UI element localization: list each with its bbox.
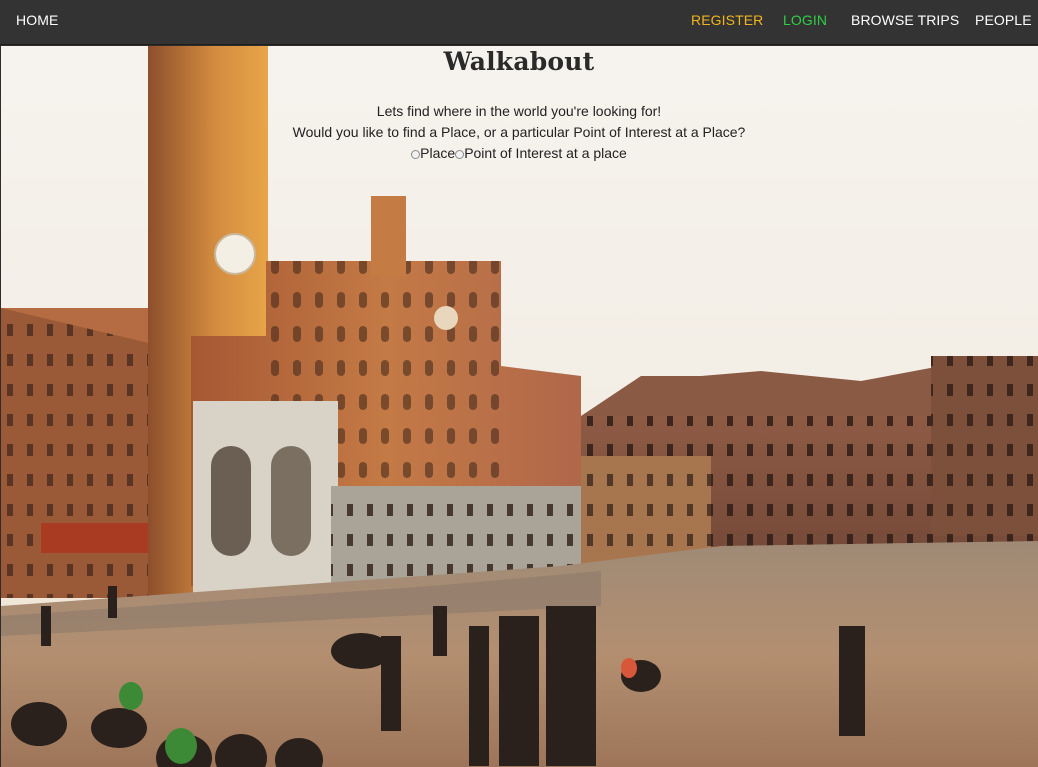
hero-section: Walkabout Lets find where in the world y… xyxy=(0,46,1038,164)
place-radio[interactable] xyxy=(411,150,421,159)
nav-login-link[interactable]: LOGIN xyxy=(783,12,827,28)
poi-option[interactable]: Point of Interest at a place xyxy=(455,145,627,161)
poi-radio[interactable] xyxy=(455,150,465,159)
poi-option-label: Point of Interest at a place xyxy=(464,145,627,161)
top-navbar: HOME REGISTER LOGIN BROWSE TRIPS PEOPLE xyxy=(0,0,1038,45)
nav-browse-trips-link[interactable]: BROWSE TRIPS xyxy=(851,12,959,28)
intro-line-2: Would you like to find a Place, or a par… xyxy=(292,124,746,140)
place-option[interactable]: Place xyxy=(411,145,455,161)
intro-line-1: Lets find where in the world you're look… xyxy=(376,103,662,119)
nav-register-link[interactable]: REGISTER xyxy=(691,12,763,28)
site-title: Walkabout xyxy=(443,47,595,76)
nav-home-link[interactable]: HOME xyxy=(16,12,58,28)
place-option-label: Place xyxy=(420,145,456,161)
nav-people-link[interactable]: PEOPLE xyxy=(975,12,1032,28)
search-type-radio-group: Place Point of Interest at a place xyxy=(411,143,627,164)
